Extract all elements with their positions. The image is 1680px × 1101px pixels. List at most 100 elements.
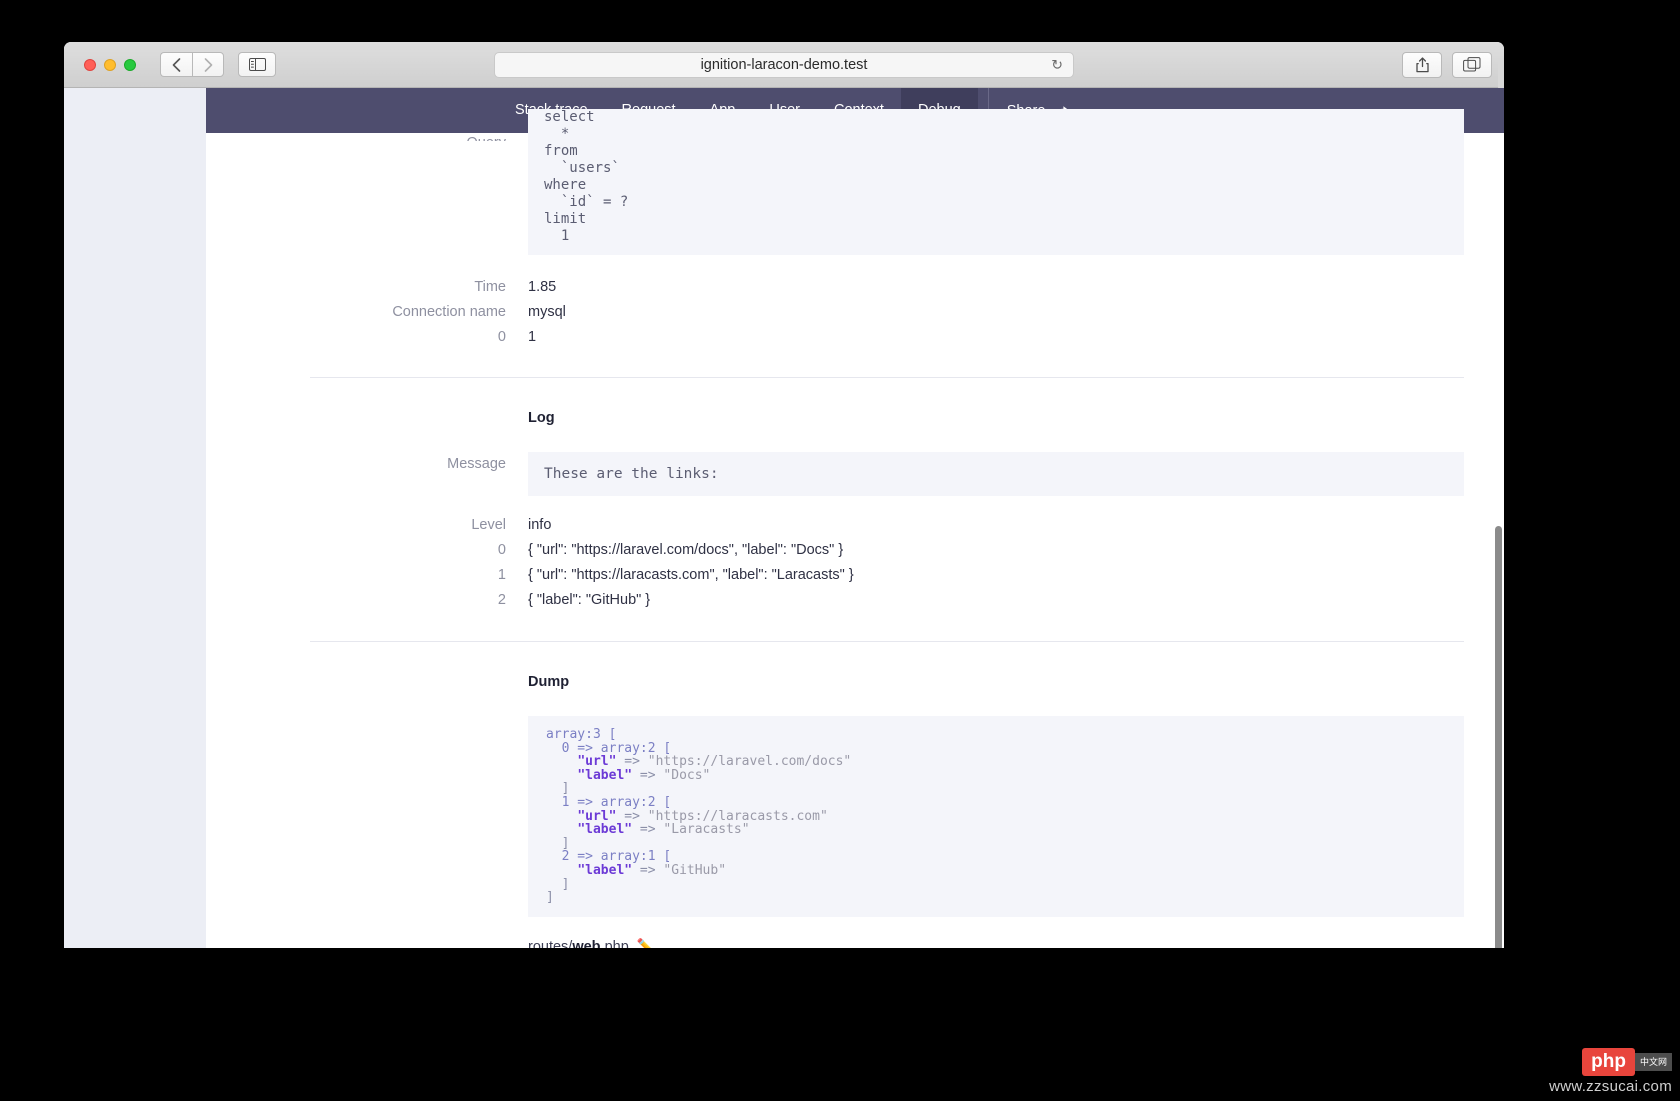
dump-code-block: array:3 [ 0 => array:2 [ "url" => "https… xyxy=(528,716,1464,917)
level-label: Level xyxy=(471,517,506,533)
log-message-block: These are the links: xyxy=(528,452,1464,496)
log-title-row: Log xyxy=(206,406,1504,431)
dump-line: ] xyxy=(546,782,1446,796)
dump-token: "label" xyxy=(577,822,633,838)
table-row: Time 1.85 xyxy=(206,275,1504,300)
table-row: 1 { "url": "https://laracasts.com", "lab… xyxy=(206,563,1504,588)
dump-heading: Dump xyxy=(528,674,570,690)
table-row: Connection name mysql xyxy=(206,300,1504,325)
dump-token: => xyxy=(632,862,664,878)
debug-content: Query select * from `users` where `id` =… xyxy=(206,109,1504,948)
dump-token: "Laracasts" xyxy=(663,822,750,838)
table-row: 2 { "label": "GitHub" } xyxy=(206,588,1504,613)
level-value: info xyxy=(528,517,552,533)
sidebar-toggle-icon xyxy=(248,58,266,71)
ignition-panel: Stack trace Request App User Context Deb… xyxy=(206,88,1504,948)
log-item-1-index: 1 xyxy=(497,567,506,583)
query-row: Query select * from `users` where `id` =… xyxy=(206,109,1504,255)
dump-line: "label" => "Docs" xyxy=(546,767,1446,783)
reload-icon[interactable]: ↻ xyxy=(1051,56,1063,73)
navigation-buttons[interactable] xyxy=(160,52,224,77)
watermark-cn: 中文网 xyxy=(1634,1053,1672,1071)
log-item-0-value: { "url": "https://laravel.com/docs", "la… xyxy=(528,542,844,558)
query-label: Query xyxy=(206,133,528,141)
log-title: Log xyxy=(528,406,1504,431)
file-prefix: routes/ xyxy=(528,938,573,948)
page-body: Stack trace Request App User Context Deb… xyxy=(64,88,1504,948)
tab-overview-button[interactable] xyxy=(1452,51,1492,78)
dump-line: 1 => array:2 [ xyxy=(546,796,1446,810)
binding-0-value: 1 xyxy=(528,329,537,345)
time-value: 1.85 xyxy=(528,279,557,295)
dump-line: 2 => array:1 [ xyxy=(546,850,1446,864)
watermark-badge-row: php 中文网 xyxy=(1582,1048,1672,1076)
pencil-icon[interactable]: ✏️ xyxy=(637,939,655,948)
tab-overview-icon xyxy=(1463,57,1481,72)
log-heading: Log xyxy=(528,410,555,426)
minimize-window-button[interactable] xyxy=(104,58,116,71)
dump-line: "url" => "https://laracasts.com" xyxy=(546,809,1446,824)
left-gutter xyxy=(64,88,206,948)
dump-token: "GitHub" xyxy=(663,862,727,878)
query-value: select * from `users` where `id` = ? lim… xyxy=(528,109,1504,255)
table-row: 0 1 xyxy=(206,325,1504,350)
dump-line: ] xyxy=(546,836,1446,851)
dump-title-row: Dump xyxy=(206,670,1504,695)
watermark-url: www.zzsucai.com xyxy=(1549,1078,1672,1095)
window-controls[interactable] xyxy=(84,58,136,71)
url-text: ignition-laracon-demo.test xyxy=(700,56,868,73)
dump-line: 0 => array:2 [ xyxy=(546,741,1446,756)
dump-line: "label" => "GitHub" xyxy=(546,864,1446,878)
browser-titlebar: ignition-laracon-demo.test ↻ xyxy=(64,42,1504,90)
log-message-row: Message These are the links: xyxy=(206,452,1504,496)
dump-token: "label" xyxy=(577,767,633,783)
dump-body-row: array:3 [ 0 => array:2 [ "url" => "https… xyxy=(206,716,1504,948)
dump-token: ] xyxy=(546,890,554,906)
share-button[interactable] xyxy=(1402,51,1442,78)
share-icon xyxy=(1415,56,1429,72)
browser-window: ignition-laracon-demo.test ↻ select * fr… xyxy=(64,42,1504,948)
dump-source-file[interactable]: routes/web.php ✏️ xyxy=(528,935,1504,948)
time-label: Time xyxy=(474,279,506,295)
message-label: Message xyxy=(447,456,506,472)
close-window-button[interactable] xyxy=(84,58,96,71)
connection-name-label: Connection name xyxy=(392,304,506,320)
dump-line: ] xyxy=(546,891,1446,905)
vertical-scrollbar[interactable] xyxy=(1495,526,1502,948)
address-bar[interactable]: ignition-laracon-demo.test ↻ xyxy=(494,51,1074,78)
watermark: php 中文网 www.zzsucai.com xyxy=(1549,1048,1672,1095)
dump-body: array:3 [ 0 => array:2 [ "url" => "https… xyxy=(528,716,1504,948)
log-item-1-value: { "url": "https://laracasts.com", "label… xyxy=(528,567,854,583)
dump-token: => xyxy=(632,822,664,838)
file-suffix: .php xyxy=(600,938,629,948)
toolbar-right xyxy=(1402,51,1492,78)
sql-code-block: select * from `users` where `id` = ? lim… xyxy=(528,109,1464,255)
log-item-2-index: 2 xyxy=(497,592,506,608)
table-row: Level info xyxy=(206,513,1504,538)
file-bold: web xyxy=(572,938,601,948)
log-item-2-value: { "label": "GitHub" } xyxy=(528,592,651,608)
dump-token: "label" xyxy=(577,862,633,878)
binding-0-label: 0 xyxy=(497,329,506,345)
new-tab-button[interactable]: + xyxy=(1498,60,1504,90)
forward-button[interactable] xyxy=(192,52,224,77)
back-button[interactable] xyxy=(160,52,192,77)
chevron-right-icon xyxy=(204,57,212,72)
dump-line: "label" => "Laracasts" xyxy=(546,823,1446,837)
sidebar-toggle-button[interactable] xyxy=(238,52,276,77)
section-divider xyxy=(310,377,1464,378)
dump-line: ] xyxy=(546,877,1446,892)
dump-token: => xyxy=(632,767,664,783)
watermark-badge: php xyxy=(1582,1048,1635,1076)
screenshot-root: ignition-laracon-demo.test ↻ select * fr… xyxy=(0,0,1680,1101)
log-item-0-index: 0 xyxy=(497,542,506,558)
dump-line: "url" => "https://laravel.com/docs" xyxy=(546,755,1446,769)
dump-title: Dump xyxy=(528,670,1504,695)
connection-name-value: mysql xyxy=(528,304,566,320)
chevron-left-icon xyxy=(172,57,181,72)
dump-token: "Docs" xyxy=(663,767,711,783)
message-value: These are the links: xyxy=(528,452,1504,496)
maximize-window-button[interactable] xyxy=(124,58,136,71)
table-row: 0 { "url": "https://laravel.com/docs", "… xyxy=(206,538,1504,563)
section-divider xyxy=(310,641,1464,642)
